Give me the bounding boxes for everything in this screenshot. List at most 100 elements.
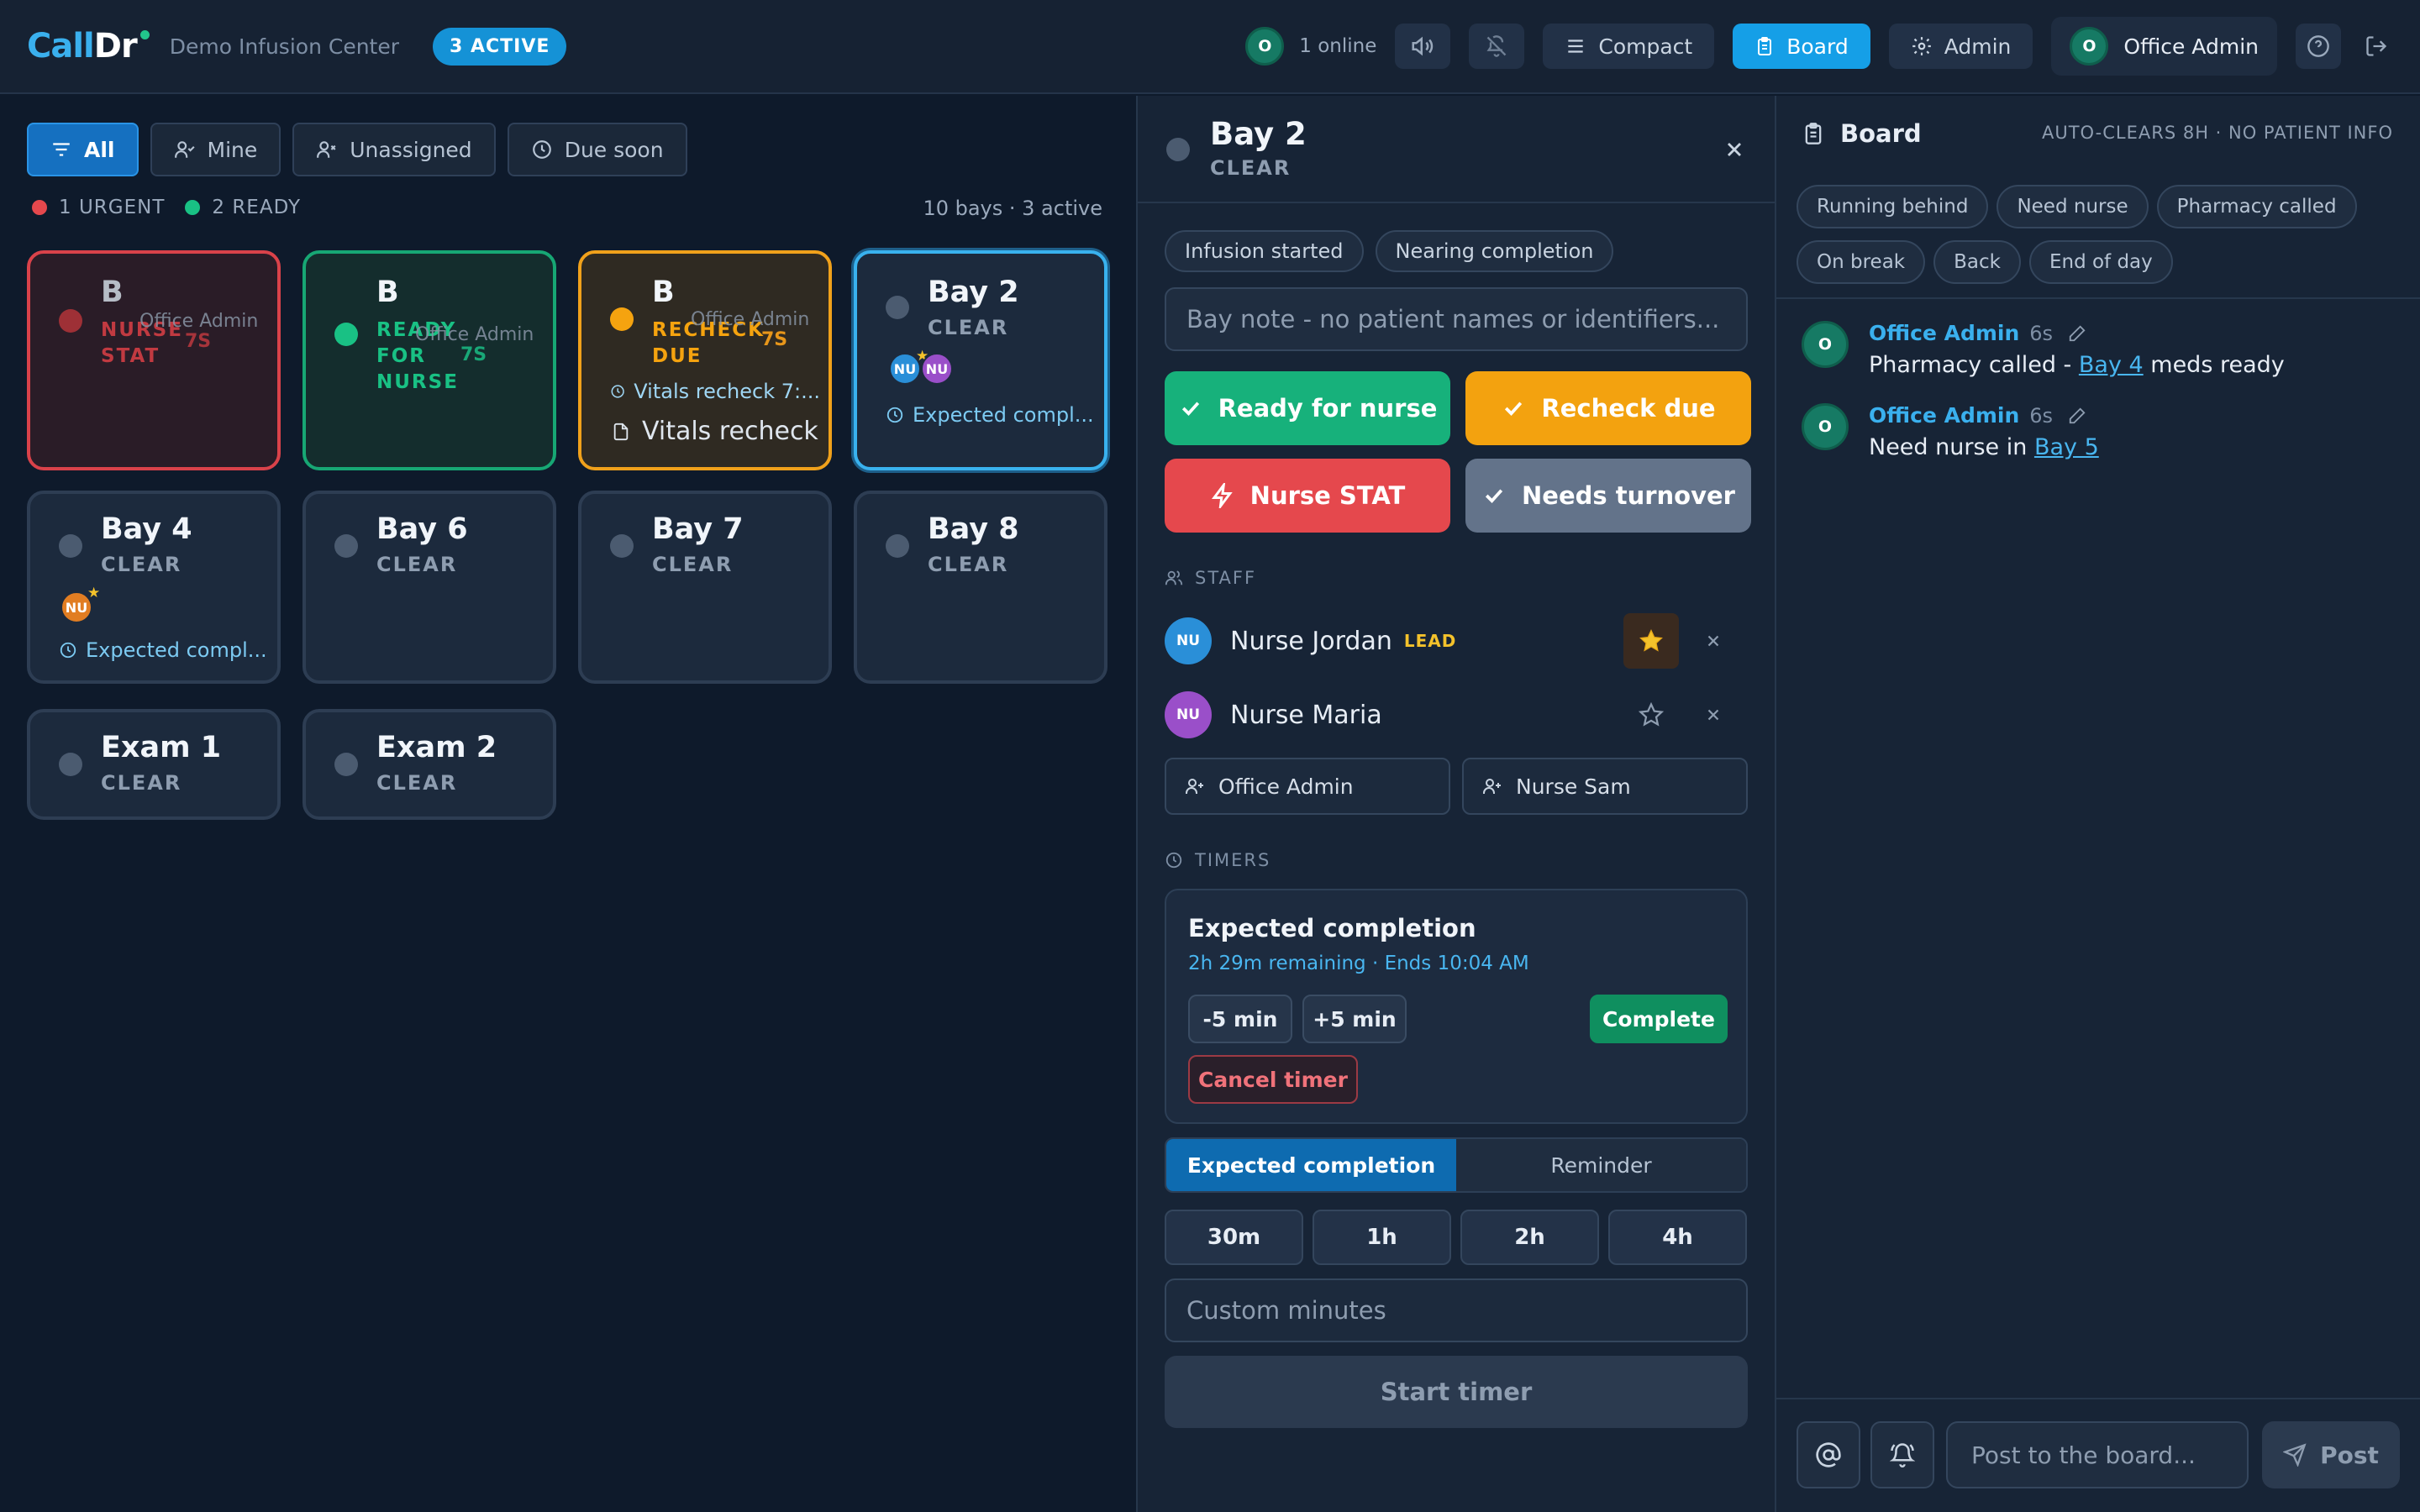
filter-all-button[interactable]: All [27, 123, 139, 176]
close-icon [1728, 143, 1741, 156]
detail-header: Bay 2 CLEAR [1138, 96, 1776, 203]
help-button[interactable] [2296, 24, 2341, 69]
mention-button[interactable] [1797, 1421, 1860, 1488]
user-x-icon [317, 141, 336, 158]
bay-card-ready[interactable]: B READY FOR NURSE Office Admin 7S [302, 250, 556, 470]
logo-text-call: Call [27, 27, 95, 66]
app-logo[interactable]: Call Dr [27, 27, 150, 66]
assignee-name: Office Admin [139, 311, 259, 332]
bay-link[interactable]: Bay 5 [2034, 434, 2099, 460]
bay-name: B [376, 276, 399, 309]
bay-status: CLEAR [928, 316, 1009, 339]
filter-mine-button[interactable]: Mine [150, 123, 281, 176]
staff-name: Nurse Maria [1230, 700, 1382, 730]
quick-chip-need-nurse[interactable]: Need nurse [1996, 185, 2149, 228]
status-dot [59, 534, 82, 558]
quick-chip-end-of-day[interactable]: End of day [2028, 240, 2173, 284]
filter-due-soon-button[interactable]: Due soon [507, 123, 687, 176]
needs-turnover-button[interactable]: Needs turnover [1465, 459, 1751, 533]
bay-note-input[interactable]: Bay note - no patient names or identifie… [1165, 287, 1748, 351]
alert-button[interactable] [1870, 1421, 1934, 1488]
speaker-icon [1412, 36, 1434, 56]
compact-label: Compact [1598, 34, 1693, 59]
sound-toggle-button[interactable] [1395, 24, 1451, 69]
board-view-button[interactable]: Board [1733, 24, 1870, 69]
assign-staff-button[interactable]: Office Admin [1165, 758, 1450, 815]
gear-icon [1912, 37, 1931, 55]
bay-card-bay-6[interactable]: Bay 6 CLEAR [302, 491, 556, 684]
bay-card-bay-2[interactable]: Bay 2 CLEAR NU ★ NU Expected compl... [854, 250, 1107, 470]
bay-card-exam-1[interactable]: Exam 1 CLEAR [27, 709, 281, 820]
status-dot [886, 534, 909, 558]
chip-infusion-started[interactable]: Infusion started [1165, 230, 1364, 272]
check-icon [1485, 489, 1503, 503]
lead-toggle-button[interactable] [1623, 613, 1679, 669]
duration-4h-button[interactable]: 4h [1608, 1210, 1747, 1265]
custom-minutes-input[interactable]: Custom minutes [1165, 1278, 1748, 1342]
bay-card-exam-2[interactable]: Exam 2 CLEAR [302, 709, 556, 820]
bay-card-bay-7[interactable]: Bay 7 CLEAR [578, 491, 832, 684]
notifications-toggle-button[interactable] [1469, 24, 1525, 69]
bay-card-bay-4[interactable]: Bay 4 CLEAR NU ★ Expected compl... [27, 491, 281, 684]
post-button[interactable]: Post [2262, 1421, 2400, 1488]
lead-toggle-button[interactable] [1623, 687, 1679, 743]
close-detail-button[interactable] [1716, 131, 1753, 168]
quick-chip-pharmacy-called[interactable]: Pharmacy called [2156, 185, 2357, 228]
chip-nearing-completion[interactable]: Nearing completion [1375, 230, 1614, 272]
filter-mine-label: Mine [207, 137, 258, 162]
assignee-name: Office Admin [415, 324, 534, 345]
edit-message-button[interactable] [2068, 407, 2086, 425]
quick-chip-back[interactable]: Back [1933, 240, 2021, 284]
remove-staff-button[interactable] [1679, 687, 1748, 743]
bay-card-bay-8[interactable]: Bay 8 CLEAR [854, 491, 1107, 684]
clock-icon [611, 385, 624, 398]
tab-expected-completion[interactable]: Expected completion [1166, 1139, 1456, 1191]
duration-1h-button[interactable]: 1h [1313, 1210, 1451, 1265]
at-icon [1816, 1442, 1841, 1467]
board-post-input[interactable]: Post to the board... [1946, 1421, 2249, 1488]
message-text-part: Pharmacy called - [1869, 352, 2079, 378]
bay-card-recheck[interactable]: B RECHECK DUE Office Admin 7S Vitals rec… [578, 250, 832, 470]
status-dot [59, 309, 82, 333]
filter-unassigned-button[interactable]: Unassigned [292, 123, 496, 176]
message-text: Need nurse in Bay 5 [1869, 434, 2099, 460]
ready-summary: 2 READY [185, 197, 301, 218]
message-text: Pharmacy called - Bay 4 meds ready [1869, 352, 2285, 378]
board-header: Board [1802, 119, 1922, 148]
stat-label: Nurse STAT [1249, 481, 1406, 510]
start-timer-button[interactable]: Start timer [1165, 1356, 1748, 1428]
assign-staff-button[interactable]: Nurse Sam [1462, 758, 1748, 815]
duration-2h-button[interactable]: 2h [1460, 1210, 1599, 1265]
board-message: O Office Admin 6s Pharmacy called - Bay 4… [1802, 321, 2407, 378]
compact-view-button[interactable]: Compact [1543, 24, 1715, 69]
recheck-due-button[interactable]: Recheck due [1465, 371, 1751, 445]
timers-label: TIMERS [1195, 850, 1271, 870]
bay-note: Vitals recheck [612, 417, 818, 446]
auto-clear-notice: AUTO-CLEARS 8H · NO PATIENT INFO [2041, 123, 2393, 143]
duration-30m-button[interactable]: 30m [1165, 1210, 1303, 1265]
remove-staff-button[interactable] [1679, 613, 1748, 669]
admin-label: Admin [1944, 34, 2012, 59]
minus-5-button[interactable]: -5 min [1188, 995, 1292, 1043]
tab-reminder[interactable]: Reminder [1456, 1139, 1746, 1191]
close-icon [1707, 635, 1719, 647]
edit-message-button[interactable] [2068, 324, 2086, 343]
logout-button[interactable] [2360, 24, 2393, 69]
quick-chip-running-behind[interactable]: Running behind [1797, 185, 1989, 228]
bay-link[interactable]: Bay 4 [2079, 352, 2144, 378]
admin-button[interactable]: Admin [1888, 24, 2033, 69]
plus-5-button[interactable]: +5 min [1302, 995, 1407, 1043]
message-avatar: O [1802, 403, 1849, 450]
user-plus-icon [1483, 779, 1501, 794]
complete-timer-button[interactable]: Complete [1590, 995, 1728, 1043]
bay-status: CLEAR [101, 553, 182, 576]
user-menu[interactable]: O Office Admin [2051, 17, 2277, 76]
staff-name: Nurse Jordan [1230, 626, 1392, 656]
quick-chip-on-break[interactable]: On break [1797, 240, 1926, 284]
urgent-dot [32, 200, 47, 215]
nurse-stat-button[interactable]: Nurse STAT [1165, 459, 1450, 533]
online-count: 1 online [1299, 35, 1377, 57]
bay-card-stat[interactable]: B NURSE STAT Office Admin 7S [27, 250, 281, 470]
cancel-timer-button[interactable]: Cancel timer [1188, 1055, 1358, 1104]
ready-for-nurse-button[interactable]: Ready for nurse [1165, 371, 1450, 445]
